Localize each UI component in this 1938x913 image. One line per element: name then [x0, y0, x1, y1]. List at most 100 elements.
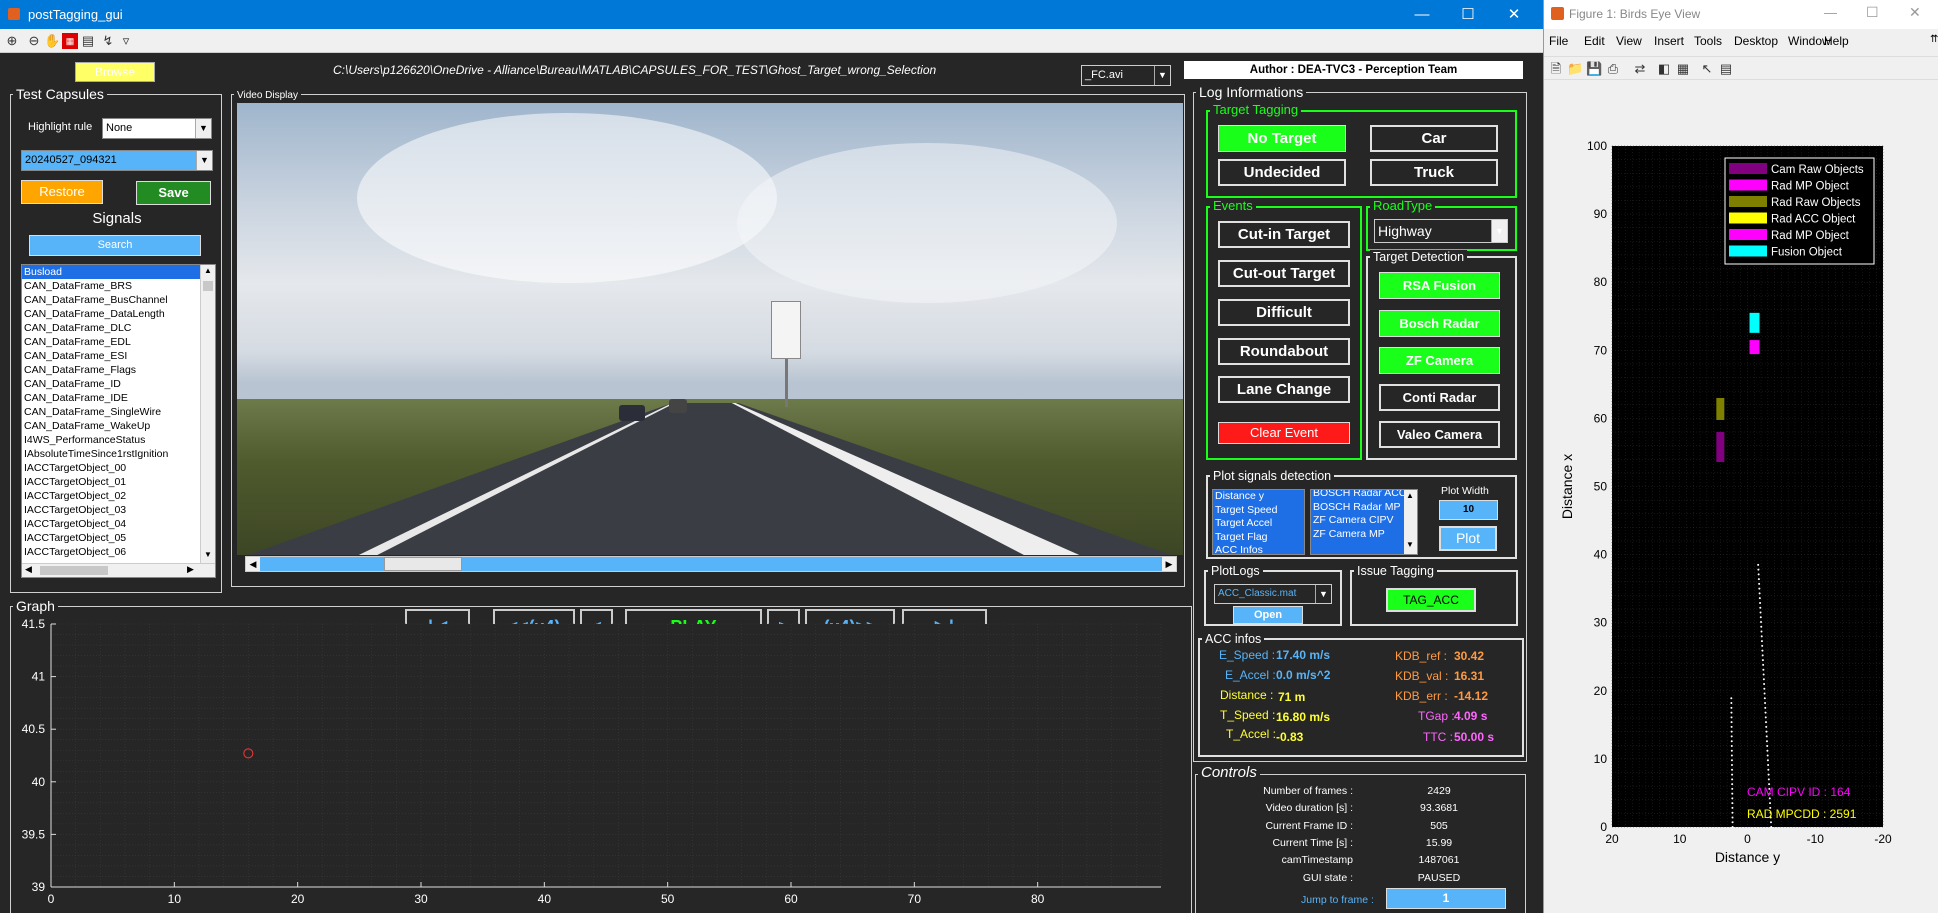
difficult-button[interactable]: Difficult [1218, 299, 1350, 326]
plot-signal-item[interactable]: Target Speed [1213, 504, 1304, 518]
undecided-button[interactable]: Undecided [1218, 159, 1346, 186]
plot-signal-item[interactable]: Target Flag [1213, 531, 1304, 545]
menu-insert[interactable]: Insert [1654, 34, 1684, 48]
roundabout-button[interactable]: Roundabout [1218, 338, 1350, 365]
plot-icon[interactable]: ↯ [100, 33, 116, 49]
cut-out-target-button[interactable]: Cut-out Target [1218, 260, 1350, 287]
menubar-overflow-icon[interactable]: ⇈ [1930, 34, 1938, 45]
new-figure-icon[interactable]: 🗎 [1548, 61, 1564, 77]
plot-list-2-scrollbar[interactable]: ▲ ▼ [1404, 490, 1417, 554]
chevron-up-icon[interactable]: ▲ [204, 266, 212, 275]
search-button[interactable]: Search [29, 235, 201, 256]
open-button[interactable]: Open [1233, 606, 1303, 624]
figure-maximize-button[interactable]: ☐ [1866, 4, 1879, 21]
clear-event-button[interactable]: Clear Event [1218, 422, 1350, 444]
menu-desktop[interactable]: Desktop [1734, 34, 1778, 48]
signal-list-item[interactable]: I4WS_PerformanceStatus [22, 433, 200, 447]
signal-list-item[interactable]: CAN_DataFrame_BusChannel [22, 293, 200, 307]
signal-list-item[interactable]: CAN_DataFrame_IDE [22, 391, 200, 405]
pan-icon[interactable]: ✋ [44, 33, 60, 49]
chevron-down-icon[interactable]: ▼ [1406, 540, 1414, 549]
signal-list-item[interactable]: IAbsoluteTimeSince1rstIgnition [22, 447, 200, 461]
conti-radar-button[interactable]: Conti Radar [1379, 384, 1500, 411]
figure-close-button[interactable]: ✕ [1909, 4, 1921, 21]
signal-list-item[interactable]: CAN_DataFrame_DLC [22, 321, 200, 335]
minimize-button[interactable]: — [1399, 0, 1445, 29]
chevron-down-icon[interactable]: ▼ [196, 151, 212, 170]
chevron-down-icon[interactable]: ▼ [1491, 220, 1507, 242]
chevron-down-icon[interactable]: ▼ [204, 550, 212, 559]
plot-signal-item[interactable]: BOSCH Radar MP [1311, 501, 1417, 515]
chevron-right-icon[interactable]: ▶ [1162, 557, 1176, 571]
truck-button[interactable]: Truck [1370, 159, 1498, 186]
cut-in-target-button[interactable]: Cut-in Target [1218, 221, 1350, 248]
signal-list-item[interactable]: IACCTargetObject_00 [22, 461, 200, 475]
menu-file[interactable]: File [1549, 34, 1568, 48]
car-button[interactable]: Car [1370, 125, 1498, 152]
menu-edit[interactable]: Edit [1584, 34, 1605, 48]
scroll-thumb[interactable] [203, 281, 213, 291]
signal-list-item[interactable]: CAN_DataFrame_ID [22, 377, 200, 391]
signal-list-item[interactable]: CAN_DataFrame_ESI [22, 349, 200, 363]
maximize-button[interactable]: ☐ [1445, 0, 1491, 29]
video-file-select[interactable]: _FC.avi ▼ [1081, 65, 1171, 86]
chevron-down-icon[interactable]: ▼ [195, 119, 211, 138]
signal-list-item[interactable]: Busload [22, 265, 200, 279]
signals-vscrollbar[interactable]: ▲ ▼ [200, 265, 215, 563]
chevron-left-icon[interactable]: ◀ [246, 557, 260, 571]
signals-listbox[interactable]: Busload CAN_DataFrame_BRS CAN_DataFrame_Bu… [21, 264, 216, 578]
zoom-out-icon[interactable]: ⊖ [26, 33, 42, 49]
chevron-down-icon[interactable]: ▼ [1315, 585, 1331, 603]
plot-signal-item[interactable]: Target Accel [1213, 517, 1304, 531]
menu-tools[interactable]: Tools [1694, 34, 1722, 48]
browse-button[interactable]: Browse [75, 62, 155, 82]
signal-list-item[interactable]: CAN_DataFrame_EDL [22, 335, 200, 349]
pointer-icon[interactable]: ↖ [1699, 61, 1715, 77]
signal-list-item[interactable]: IACCTargetObject_05 [22, 531, 200, 545]
legend-icon[interactable]: ▤ [80, 33, 96, 49]
open-folder-icon[interactable]: 📁 [1567, 61, 1583, 77]
video-slider-thumb[interactable] [384, 557, 462, 571]
signals-hscrollbar[interactable]: ◀ ▶ [22, 563, 215, 577]
save-button[interactable]: Save [136, 181, 211, 205]
signal-list-item[interactable]: CAN_DataFrame_BRS [22, 279, 200, 293]
property-editor-icon[interactable]: ▤ [1718, 61, 1734, 77]
zf-camera-button[interactable]: ZF Camera [1379, 347, 1500, 374]
colorbar-icon[interactable]: ▦ [62, 33, 78, 49]
plot-signals-list-1[interactable]: Distance y Target Speed Target Accel Target… [1212, 489, 1305, 555]
signal-list-item[interactable]: IACCTargetObject_04 [22, 517, 200, 531]
signal-list-item[interactable]: CAN_DataFrame_DataLength [22, 307, 200, 321]
plot-signals-list-2[interactable]: BOSCH Radar ACC BOSCH Radar MP ZF Camera C… [1310, 489, 1418, 555]
plot-signal-item[interactable]: ACC Infos [1213, 544, 1304, 554]
bosch-radar-button[interactable]: Bosch Radar [1379, 310, 1500, 337]
restore-button[interactable]: Restore [21, 180, 103, 204]
roadtype-select[interactable]: Highway ▼ [1374, 219, 1508, 243]
chevron-up-icon[interactable]: ▲ [1406, 491, 1414, 500]
chevron-left-icon[interactable]: ◀ [25, 564, 32, 575]
plot-width-input[interactable]: 10 [1439, 500, 1498, 520]
video-slider[interactable]: ◀ ▶ [245, 556, 1177, 572]
plot-signal-item[interactable]: BOSCH Radar ACC [1311, 490, 1417, 501]
signal-list-item[interactable]: IACCTargetObject_02 [22, 489, 200, 503]
signal-list-item[interactable]: IACCTargetObject_03 [22, 503, 200, 517]
save-icon[interactable]: 💾 [1586, 61, 1602, 77]
no-target-button[interactable]: No Target [1218, 125, 1346, 152]
plot-signal-item[interactable]: ZF Camera MP [1311, 528, 1417, 542]
plot-signal-item[interactable]: Distance y [1213, 490, 1304, 504]
rsa-fusion-button[interactable]: RSA Fusion [1379, 272, 1500, 299]
plotlogs-select[interactable]: ACC_Classic.mat ▼ [1214, 584, 1332, 604]
capsule-select[interactable]: 20240527_094321 ▼ [21, 150, 213, 171]
plot-button[interactable]: Plot [1439, 526, 1497, 551]
signal-list-item[interactable]: IACCTargetObject_01 [22, 475, 200, 489]
signal-list-item[interactable]: CAN_DataFrame_Flags [22, 363, 200, 377]
dock-icon[interactable]: ◧ [1656, 61, 1672, 77]
close-button[interactable]: ✕ [1491, 0, 1537, 29]
tile-icon[interactable]: ▦ [1675, 61, 1691, 77]
tag-acc-button[interactable]: TAG_ACC [1386, 588, 1476, 612]
jump-to-frame-input[interactable]: 1 [1386, 888, 1506, 909]
figure-minimize-button[interactable]: — [1824, 5, 1837, 20]
lane-change-button[interactable]: Lane Change [1218, 376, 1350, 403]
chevron-right-icon[interactable]: ▶ [187, 564, 194, 575]
signal-list-item[interactable]: CAN_DataFrame_WakeUp [22, 419, 200, 433]
plot-signal-item[interactable]: ZF Camera CIPV [1311, 514, 1417, 528]
